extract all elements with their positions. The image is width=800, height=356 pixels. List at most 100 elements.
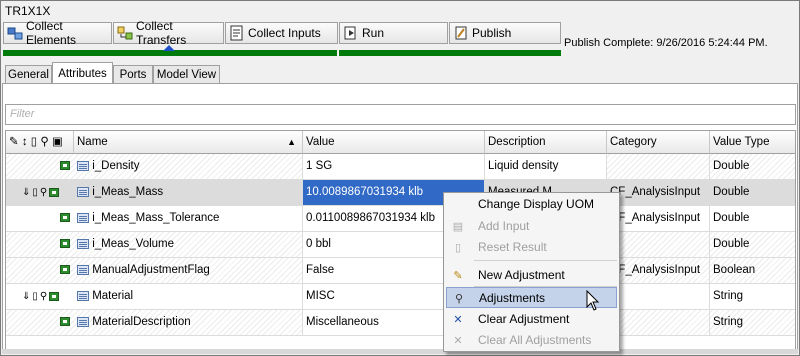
cell-category: CF_AnalysisInput: [607, 180, 710, 205]
cell-value-type: Boolean: [710, 258, 795, 283]
row-status-icons: [6, 232, 74, 257]
table-row[interactable]: ManualAdjustmentFlag False CF_AnalysisIn…: [6, 258, 795, 284]
horizontal-scrollbar[interactable]: [2, 349, 798, 354]
attribute-icon: [77, 264, 89, 275]
cell-category: [607, 154, 710, 179]
input-flag-icon: [49, 292, 60, 301]
attribute-icon: [77, 160, 89, 171]
row-status-icons: [6, 310, 74, 335]
header-icons[interactable]: ✎ ↕ ▯ ⚲ ▣: [6, 131, 74, 154]
cell-name-text: ManualAdjustmentFlag: [92, 264, 210, 276]
window-title: TR1X1X: [5, 4, 51, 18]
menu-item-label: Reset Result: [478, 240, 547, 254]
input-flag-icon: [60, 239, 70, 249]
attribute-icon: [77, 290, 89, 301]
row-status-icons: [6, 206, 74, 231]
cell-value[interactable]: 1 SG: [303, 154, 485, 179]
cell-name-text: i_Meas_Mass: [92, 186, 164, 198]
page-icon: ▯: [32, 291, 38, 302]
menu-item-label: Add Input: [478, 219, 530, 233]
input-flag-icon: [49, 188, 60, 197]
menu-item-reset-result[interactable]: ▯ Reset Result: [446, 237, 617, 258]
sort-icon: ↕: [21, 136, 28, 148]
run-button[interactable]: Run: [339, 22, 448, 44]
cell-value-type: String: [710, 310, 795, 335]
tab-general[interactable]: General: [5, 65, 52, 83]
input-flag-icon: [60, 161, 70, 171]
page-icon: ▯: [30, 136, 38, 148]
cell-name-text: i_Density: [92, 160, 140, 172]
table-row[interactable]: ⇓ ▯ ⚲ Material MISC String: [6, 284, 795, 310]
attribute-icon: [77, 186, 89, 197]
column-header-name[interactable]: Name ▲: [74, 131, 303, 154]
menu-item-change-display-uom[interactable]: Change Display UOM: [446, 194, 617, 215]
publish-button[interactable]: Publish: [449, 22, 561, 44]
input-icon: ▣: [51, 136, 63, 148]
menu-item-add-input[interactable]: ▤ Add Input: [446, 216, 617, 237]
page-icon: ▯: [32, 187, 38, 198]
tab-ports[interactable]: Ports: [113, 65, 153, 83]
cell-value-type: Double: [710, 206, 795, 231]
cell-name-text: MaterialDescription: [92, 316, 191, 328]
menu-separator: [474, 260, 617, 261]
edit-icon: ✎: [9, 136, 19, 148]
attributes-grid: ✎ ↕ ▯ ⚲ ▣ Name ▲ Value Description Categ…: [5, 130, 796, 350]
down-arrow-icon: ⇓: [22, 187, 31, 198]
collect-transfers-button[interactable]: Collect Transfers: [113, 19, 224, 47]
cell-category: [607, 284, 710, 309]
menu-item-label: New Adjustment: [478, 268, 565, 282]
table-row-selected[interactable]: ⇓▯⚲ i_Meas_Mass 10.0089867031934 klb Mea…: [6, 180, 795, 206]
collect-inputs-icon: [229, 25, 245, 41]
column-header-value[interactable]: Value: [303, 131, 485, 154]
attribute-icon: [77, 238, 89, 249]
tab-attributes[interactable]: Attributes: [52, 62, 113, 84]
column-header-value-type[interactable]: Value Type: [710, 131, 795, 154]
menu-item-label: Adjustments: [479, 291, 546, 305]
down-arrow-icon: ⇓: [22, 291, 31, 302]
cell-value-type: Double: [710, 154, 795, 179]
collect-elements-button[interactable]: Collect Elements: [3, 19, 112, 47]
cell-category: [607, 232, 710, 257]
table-row[interactable]: i_Meas_Volume 0 bbl Double: [6, 232, 795, 258]
tab-model-view[interactable]: Model View: [153, 65, 220, 83]
table-row[interactable]: MaterialDescription Miscellaneous String: [6, 310, 795, 336]
context-menu: Change Display UOM ▤ Add Input ▯ Reset R…: [443, 192, 620, 352]
attribute-icon: [77, 316, 89, 327]
cell-value-type: Double: [710, 180, 795, 205]
cell-name-text: Material: [92, 290, 134, 302]
collect-inputs-button[interactable]: Collect Inputs: [225, 22, 338, 44]
input-flag-icon: [60, 317, 70, 327]
progress-marker-icon: [163, 45, 175, 51]
collect-transfers-icon: [117, 25, 133, 41]
column-header-description[interactable]: Description: [485, 131, 607, 154]
column-header-category[interactable]: Category: [607, 131, 710, 154]
cell-name: i_Density: [74, 154, 303, 179]
cell-name: i_Meas_Mass_Tolerance: [74, 206, 303, 231]
attribute-icon: [77, 212, 89, 223]
cell-value-type: String: [710, 284, 795, 309]
publish-label: Publish: [472, 26, 512, 40]
menu-item-new-adjustment[interactable]: ✎ New Adjustment: [446, 265, 617, 286]
adjust-icon: ⚲: [40, 136, 49, 148]
cell-name-text: i_Meas_Volume: [92, 238, 175, 250]
filter-input[interactable]: Filter: [5, 104, 796, 125]
menu-item-label: Clear All Adjustments: [478, 333, 592, 347]
row-status-icons: ⇓ ▯ ⚲: [6, 180, 74, 205]
cell-name-text: i_Meas_Mass_Tolerance: [92, 212, 220, 224]
row-status-icons: [6, 258, 74, 283]
reset-result-icon: ▯: [454, 242, 462, 254]
run-icon: [343, 25, 359, 41]
row-status-icons: ⇓ ▯ ⚲: [6, 284, 74, 309]
clear-all-adjustments-icon: ✕: [453, 335, 463, 347]
run-label: Run: [362, 26, 385, 40]
clear-adjustment-icon: ✕: [453, 314, 463, 326]
adjust-icon: ⚲: [39, 291, 48, 302]
table-row[interactable]: i_Meas_Mass_Tolerance 0.0110089867031934…: [6, 206, 795, 232]
cell-name: Material: [74, 284, 303, 309]
table-row[interactable]: i_Density 1 SG Liquid density Double: [6, 154, 795, 180]
column-header-name-label: Name: [77, 136, 108, 148]
menu-item-clear-all-adjustments[interactable]: ✕ Clear All Adjustments: [446, 330, 617, 351]
new-adjustment-icon: ✎: [453, 270, 463, 282]
cell-name: ManualAdjustmentFlag: [74, 258, 303, 283]
cell-value-type: Double: [710, 232, 795, 257]
